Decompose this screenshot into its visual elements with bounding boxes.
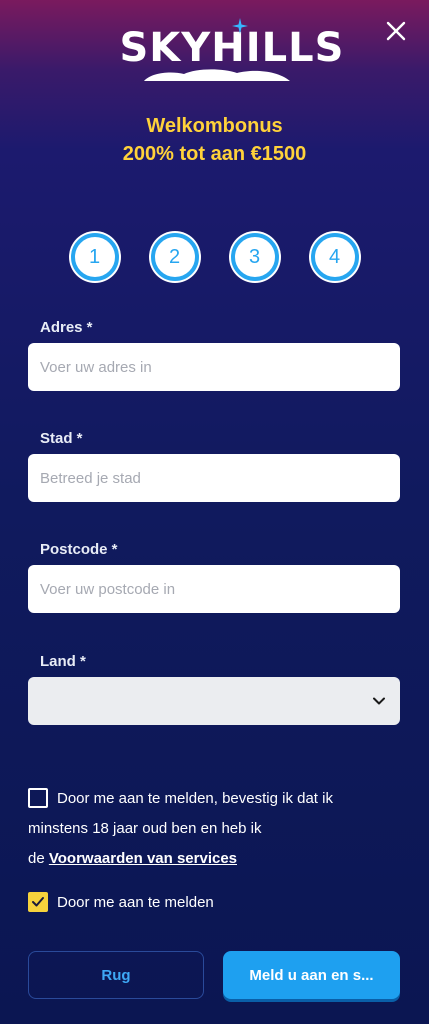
city-label: Stad * <box>40 430 83 447</box>
terms-line-2: minstens 18 jaar oud ben en heb ik <box>28 820 262 837</box>
sparkle-icon <box>231 18 248 34</box>
consent-label: Door me aan te melden <box>57 893 214 911</box>
terms-checkbox[interactable] <box>28 788 48 808</box>
welcome-bonus: Welkombonus 200% tot aan €1500 <box>0 112 429 168</box>
terms-block: Door me aan te melden, bevestig ik dat i… <box>28 784 408 874</box>
step-3: 3 <box>230 233 279 281</box>
registration-modal: SKYHILLS Welkombonus 200% tot aan €1500 … <box>0 0 429 1024</box>
step-2: 2 <box>150 233 199 281</box>
country-label: Land * <box>40 653 86 670</box>
step-4: 4 <box>310 233 359 281</box>
brand-logo: SKYHILLS <box>0 18 429 86</box>
address-label: Adres * <box>40 319 93 336</box>
step-indicator: 1 2 3 4 <box>0 233 429 281</box>
terms-of-service-link[interactable]: Voorwaarden van services <box>49 850 237 867</box>
bonus-amount: 200% tot aan €1500 <box>122 143 307 165</box>
country-select[interactable] <box>28 677 400 725</box>
address-input[interactable] <box>28 343 400 391</box>
back-button[interactable]: Rug <box>28 951 204 999</box>
step-1: 1 <box>70 233 119 281</box>
cloud-icon <box>143 69 290 81</box>
logo-text: SKYHILLS <box>119 25 345 71</box>
terms-line-3-prefix: de <box>28 850 49 867</box>
consent-checkbox[interactable] <box>28 892 48 912</box>
checkmark-icon <box>32 897 44 907</box>
city-input[interactable] <box>28 454 400 502</box>
submit-button[interactable]: Meld u aan en s... <box>223 951 400 999</box>
consent-row: Door me aan te melden <box>28 892 214 912</box>
postcode-input[interactable] <box>28 565 400 613</box>
bonus-title: Welkombonus <box>146 115 283 137</box>
postcode-label: Postcode * <box>40 541 118 558</box>
terms-line-1: Door me aan te melden, bevestig ik dat i… <box>57 790 333 807</box>
chevron-down-icon <box>373 697 385 705</box>
